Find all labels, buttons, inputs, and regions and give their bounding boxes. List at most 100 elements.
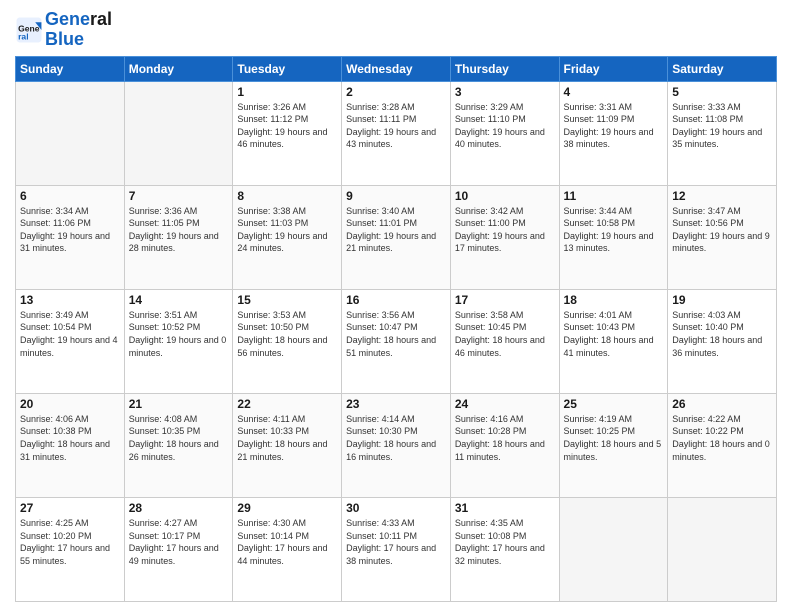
calendar-table: SundayMondayTuesdayWednesdayThursdayFrid… bbox=[15, 56, 777, 602]
day-info: Sunrise: 4:33 AM Sunset: 10:11 PM Daylig… bbox=[346, 517, 446, 567]
calendar-day-cell: 30Sunrise: 4:33 AM Sunset: 10:11 PM Dayl… bbox=[342, 497, 451, 601]
day-number: 14 bbox=[129, 293, 229, 307]
day-number: 7 bbox=[129, 189, 229, 203]
day-info: Sunrise: 4:25 AM Sunset: 10:20 PM Daylig… bbox=[20, 517, 120, 567]
day-info: Sunrise: 4:19 AM Sunset: 10:25 PM Daylig… bbox=[564, 413, 664, 463]
day-info: Sunrise: 3:34 AM Sunset: 11:06 PM Daylig… bbox=[20, 205, 120, 255]
calendar-day-cell: 1 Sunrise: 3:26 AM Sunset: 11:12 PM Dayli… bbox=[233, 81, 342, 185]
day-number: 29 bbox=[237, 501, 337, 515]
calendar-day-cell: 19 Sunrise: 4:03 AM Sunset: 10:40 PM Dayl… bbox=[668, 289, 777, 393]
day-info: Sunrise: 3:40 AM Sunset: 11:01 PM Daylig… bbox=[346, 205, 446, 255]
day-of-week-header: Tuesday bbox=[233, 56, 342, 81]
calendar-day-cell: 5 Sunrise: 3:33 AM Sunset: 11:08 PM Dayli… bbox=[668, 81, 777, 185]
calendar-day-cell: 13 Sunrise: 3:49 AM Sunset: 10:54 PM Dayl… bbox=[16, 289, 125, 393]
calendar-day-cell: 3Sunrise: 3:29 AM Sunset: 11:10 PM Dayli… bbox=[450, 81, 559, 185]
day-info: Sunrise: 4:22 AM Sunset: 10:22 PM Daylig… bbox=[672, 413, 772, 463]
logo: Gene ral General Blue bbox=[15, 10, 112, 50]
day-info: Sunrise: 4:35 AM Sunset: 10:08 PM Daylig… bbox=[455, 517, 555, 567]
day-number: 28 bbox=[129, 501, 229, 515]
day-number: 31 bbox=[455, 501, 555, 515]
day-info: Sunrise: 3:33 AM Sunset: 11:08 PM Daylig… bbox=[672, 101, 772, 151]
calendar-week-row: 27Sunrise: 4:25 AM Sunset: 10:20 PM Dayl… bbox=[16, 497, 777, 601]
day-number: 4 bbox=[564, 85, 664, 99]
day-of-week-header: Monday bbox=[124, 56, 233, 81]
day-of-week-header: Sunday bbox=[16, 56, 125, 81]
day-number: 19 bbox=[672, 293, 772, 307]
day-number: 2 bbox=[346, 85, 446, 99]
calendar-day-cell: 12 Sunrise: 3:47 AM Sunset: 10:56 PM Dayl… bbox=[668, 185, 777, 289]
day-of-week-header: Saturday bbox=[668, 56, 777, 81]
day-number: 15 bbox=[237, 293, 337, 307]
svg-text:ral: ral bbox=[18, 31, 28, 41]
day-number: 23 bbox=[346, 397, 446, 411]
calendar-day-cell: 26 Sunrise: 4:22 AM Sunset: 10:22 PM Dayl… bbox=[668, 393, 777, 497]
day-number: 12 bbox=[672, 189, 772, 203]
day-number: 22 bbox=[237, 397, 337, 411]
calendar-day-cell: 4Sunrise: 3:31 AM Sunset: 11:09 PM Dayli… bbox=[559, 81, 668, 185]
calendar-day-cell: 24 Sunrise: 4:16 AM Sunset: 10:28 PM Dayl… bbox=[450, 393, 559, 497]
day-info: Sunrise: 4:30 AM Sunset: 10:14 PM Daylig… bbox=[237, 517, 337, 567]
day-info: Sunrise: 3:56 AM Sunset: 10:47 PM Daylig… bbox=[346, 309, 446, 359]
day-of-week-header: Thursday bbox=[450, 56, 559, 81]
calendar-day-cell: 25Sunrise: 4:19 AM Sunset: 10:25 PM Dayl… bbox=[559, 393, 668, 497]
day-info: Sunrise: 4:01 AM Sunset: 10:43 PM Daylig… bbox=[564, 309, 664, 359]
day-number: 13 bbox=[20, 293, 120, 307]
calendar-day-cell bbox=[559, 497, 668, 601]
day-number: 20 bbox=[20, 397, 120, 411]
day-number: 17 bbox=[455, 293, 555, 307]
day-number: 24 bbox=[455, 397, 555, 411]
day-info: Sunrise: 3:28 AM Sunset: 11:11 PM Daylig… bbox=[346, 101, 446, 151]
day-info: Sunrise: 4:06 AM Sunset: 10:38 PM Daylig… bbox=[20, 413, 120, 463]
day-number: 3 bbox=[455, 85, 555, 99]
calendar-day-cell: 8Sunrise: 3:38 AM Sunset: 11:03 PM Dayli… bbox=[233, 185, 342, 289]
page: Gene ral General Blue SundayMondayTuesda… bbox=[0, 0, 792, 612]
calendar-day-cell: 17Sunrise: 3:58 AM Sunset: 10:45 PM Dayl… bbox=[450, 289, 559, 393]
calendar-day-cell: 31 Sunrise: 4:35 AM Sunset: 10:08 PM Dayl… bbox=[450, 497, 559, 601]
calendar-day-cell: 14Sunrise: 3:51 AM Sunset: 10:52 PM Dayl… bbox=[124, 289, 233, 393]
calendar-day-cell: 16 Sunrise: 3:56 AM Sunset: 10:47 PM Dayl… bbox=[342, 289, 451, 393]
calendar-day-cell: 6 Sunrise: 3:34 AM Sunset: 11:06 PM Dayli… bbox=[16, 185, 125, 289]
calendar-day-cell: 9 Sunrise: 3:40 AM Sunset: 11:01 PM Dayli… bbox=[342, 185, 451, 289]
day-number: 1 bbox=[237, 85, 337, 99]
calendar-day-cell: 7 Sunrise: 3:36 AM Sunset: 11:05 PM Dayli… bbox=[124, 185, 233, 289]
day-info: Sunrise: 4:03 AM Sunset: 10:40 PM Daylig… bbox=[672, 309, 772, 359]
day-info: Sunrise: 4:08 AM Sunset: 10:35 PM Daylig… bbox=[129, 413, 229, 463]
day-info: Sunrise: 4:14 AM Sunset: 10:30 PM Daylig… bbox=[346, 413, 446, 463]
day-info: Sunrise: 4:11 AM Sunset: 10:33 PM Daylig… bbox=[237, 413, 337, 463]
calendar-week-row: 1 Sunrise: 3:26 AM Sunset: 11:12 PM Dayli… bbox=[16, 81, 777, 185]
day-info: Sunrise: 4:16 AM Sunset: 10:28 PM Daylig… bbox=[455, 413, 555, 463]
calendar-week-row: 20 Sunrise: 4:06 AM Sunset: 10:38 PM Dayl… bbox=[16, 393, 777, 497]
day-info: Sunrise: 3:44 AM Sunset: 10:58 PM Daylig… bbox=[564, 205, 664, 255]
header: Gene ral General Blue bbox=[15, 10, 777, 50]
calendar-day-cell: 28Sunrise: 4:27 AM Sunset: 10:17 PM Dayl… bbox=[124, 497, 233, 601]
day-info: Sunrise: 3:42 AM Sunset: 11:00 PM Daylig… bbox=[455, 205, 555, 255]
day-info: Sunrise: 3:36 AM Sunset: 11:05 PM Daylig… bbox=[129, 205, 229, 255]
calendar-day-cell: 29 Sunrise: 4:30 AM Sunset: 10:14 PM Dayl… bbox=[233, 497, 342, 601]
day-number: 9 bbox=[346, 189, 446, 203]
day-of-week-header: Wednesday bbox=[342, 56, 451, 81]
calendar-week-row: 6 Sunrise: 3:34 AM Sunset: 11:06 PM Dayli… bbox=[16, 185, 777, 289]
calendar-day-cell: 18Sunrise: 4:01 AM Sunset: 10:43 PM Dayl… bbox=[559, 289, 668, 393]
calendar-day-cell bbox=[668, 497, 777, 601]
logo-text: General Blue bbox=[45, 10, 112, 50]
calendar-day-cell: 15Sunrise: 3:53 AM Sunset: 10:50 PM Dayl… bbox=[233, 289, 342, 393]
calendar-day-cell: 10Sunrise: 3:42 AM Sunset: 11:00 PM Dayl… bbox=[450, 185, 559, 289]
logo-icon: Gene ral bbox=[15, 16, 43, 44]
calendar-day-cell: 11Sunrise: 3:44 AM Sunset: 10:58 PM Dayl… bbox=[559, 185, 668, 289]
calendar-day-cell bbox=[16, 81, 125, 185]
day-number: 26 bbox=[672, 397, 772, 411]
calendar-day-cell bbox=[124, 81, 233, 185]
day-info: Sunrise: 3:49 AM Sunset: 10:54 PM Daylig… bbox=[20, 309, 120, 359]
calendar-day-cell: 20 Sunrise: 4:06 AM Sunset: 10:38 PM Dayl… bbox=[16, 393, 125, 497]
day-number: 8 bbox=[237, 189, 337, 203]
calendar-day-cell: 21 Sunrise: 4:08 AM Sunset: 10:35 PM Dayl… bbox=[124, 393, 233, 497]
day-number: 16 bbox=[346, 293, 446, 307]
day-info: Sunrise: 3:47 AM Sunset: 10:56 PM Daylig… bbox=[672, 205, 772, 255]
day-number: 6 bbox=[20, 189, 120, 203]
day-number: 5 bbox=[672, 85, 772, 99]
day-info: Sunrise: 3:26 AM Sunset: 11:12 PM Daylig… bbox=[237, 101, 337, 151]
day-number: 21 bbox=[129, 397, 229, 411]
calendar-week-row: 13 Sunrise: 3:49 AM Sunset: 10:54 PM Dayl… bbox=[16, 289, 777, 393]
calendar-day-cell: 27Sunrise: 4:25 AM Sunset: 10:20 PM Dayl… bbox=[16, 497, 125, 601]
calendar-day-cell: 23 Sunrise: 4:14 AM Sunset: 10:30 PM Dayl… bbox=[342, 393, 451, 497]
